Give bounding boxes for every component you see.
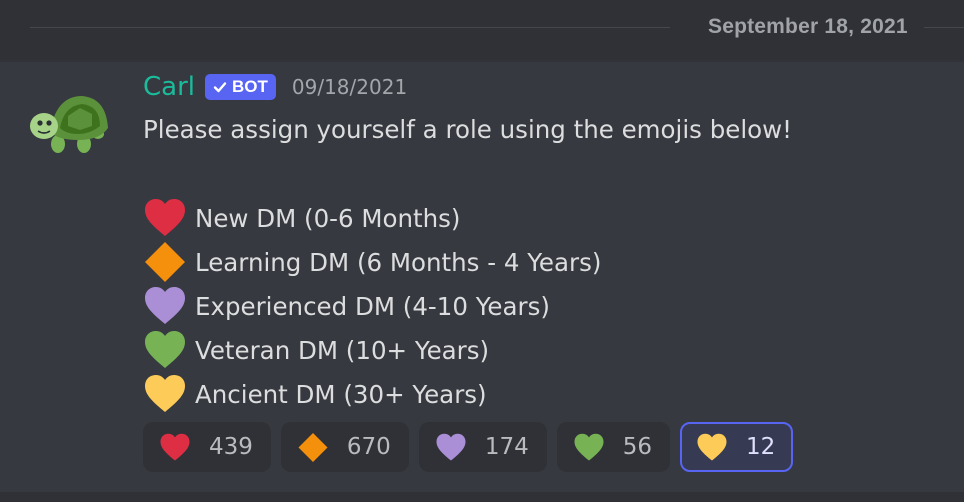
check-icon: [213, 82, 227, 93]
purple-heart-icon: [143, 286, 187, 326]
reactions-bar: 439 670 174 56 12: [143, 422, 794, 472]
role-label: Experienced DM (4-10 Years): [195, 291, 550, 321]
message-header: Carl BOT 09/18/2021: [143, 70, 407, 104]
timestamp[interactable]: 09/18/2021: [292, 75, 407, 99]
avatar[interactable]: [28, 82, 110, 164]
green-heart-icon: [143, 330, 187, 370]
date-divider: September 18, 2021: [30, 14, 964, 42]
message: Carl BOT 09/18/2021 Please assign yourse…: [0, 62, 964, 492]
bot-badge: BOT: [205, 74, 276, 100]
bottom-strip: [0, 492, 964, 502]
reaction-count: 12: [746, 434, 776, 460]
reaction-count: 174: [484, 434, 529, 460]
divider-line: [924, 27, 964, 28]
red-heart-icon: [143, 198, 187, 238]
bot-badge-label: BOT: [232, 77, 268, 96]
role-line: New DM (0-6 Months): [143, 198, 461, 238]
role-label: Ancient DM (30+ Years): [195, 379, 487, 409]
red-heart-icon: [160, 433, 190, 461]
divider-date: September 18, 2021: [708, 15, 908, 38]
role-label: New DM (0-6 Months): [195, 203, 461, 233]
divider-line: [30, 27, 670, 28]
role-line: Learning DM (6 Months - 4 Years): [143, 242, 601, 282]
message-intro: Please assign yourself a role using the …: [143, 115, 792, 144]
purple-heart-icon: [436, 433, 466, 461]
reaction-red-heart[interactable]: 439: [143, 422, 271, 472]
role-label: Veteran DM (10+ Years): [195, 335, 490, 365]
orange-diamond-icon: [298, 432, 328, 462]
reaction-green-heart[interactable]: 56: [556, 422, 670, 472]
orange-diamond-icon: [143, 242, 187, 282]
yellow-heart-icon: [697, 433, 727, 461]
role-label: Learning DM (6 Months - 4 Years): [195, 247, 602, 277]
role-line: Experienced DM (4-10 Years): [143, 286, 550, 326]
reaction-purple-heart[interactable]: 174: [418, 422, 547, 472]
green-heart-icon: [574, 433, 604, 461]
reaction-count: 439: [209, 434, 253, 460]
reaction-yellow-heart[interactable]: 12: [680, 422, 794, 472]
turtle-icon: [30, 96, 108, 153]
reaction-count: 670: [346, 434, 391, 460]
yellow-heart-icon: [143, 374, 187, 414]
role-line: Ancient DM (30+ Years): [143, 374, 487, 414]
reaction-count: 56: [622, 434, 652, 460]
reaction-orange-diamond[interactable]: 670: [280, 422, 409, 472]
role-line: Veteran DM (10+ Years): [143, 330, 489, 370]
username[interactable]: Carl: [143, 72, 195, 102]
